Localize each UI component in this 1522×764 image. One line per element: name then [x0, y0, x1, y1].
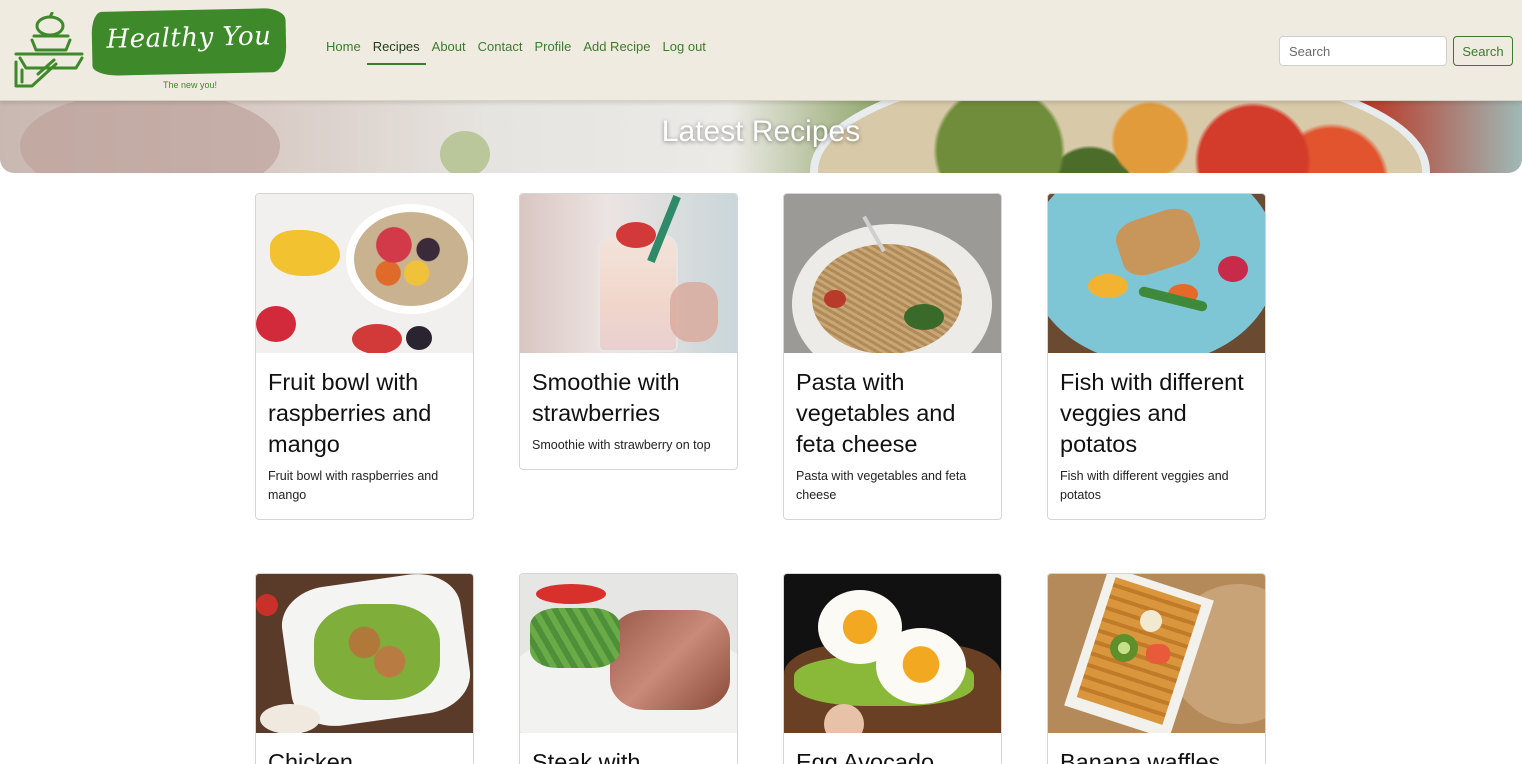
brand-tagline: The new you!	[162, 80, 218, 90]
recipe-card[interactable]: Egg Avocado	[783, 573, 1002, 764]
logo-banner[interactable]: Healthy You	[91, 7, 287, 77]
recipe-card[interactable]: Smoothie with strawberries Smoothie with…	[519, 193, 738, 470]
hero-title: Latest Recipes	[661, 115, 861, 148]
recipe-card-body: Pasta with vegetables and feta cheese Pa…	[784, 353, 1001, 519]
recipe-card[interactable]: Pasta with vegetables and feta cheese Pa…	[783, 193, 1002, 520]
recipe-card[interactable]: Fruit bowl with raspberries and mango Fr…	[255, 193, 474, 520]
steak-photo	[520, 574, 737, 733]
recipe-title: Fruit bowl with raspberries and mango	[268, 369, 432, 457]
nav-link-about[interactable]: About	[426, 39, 472, 65]
recipe-card[interactable]: Banana waffles	[1047, 573, 1266, 764]
smoothie-photo	[520, 194, 737, 353]
recipe-card-body: Steak with	[520, 733, 737, 764]
pasta-photo	[784, 194, 1001, 353]
recipe-title: Smoothie with strawberries	[532, 369, 680, 426]
recipe-title: Banana waffles	[1060, 749, 1221, 764]
food-tray-logo-icon[interactable]	[12, 12, 88, 90]
egg-avocado-toast-photo	[784, 574, 1001, 733]
chicken-salad-photo	[256, 574, 473, 733]
recipe-card-body: Fish with different veggies and potatos …	[1048, 353, 1265, 519]
nav-link-add-recipe[interactable]: Add Recipe	[577, 39, 656, 65]
banana-waffles-photo	[1048, 574, 1265, 733]
hero-banner: Latest Recipes	[0, 101, 1522, 173]
nav-link-recipes[interactable]: Recipes	[366, 39, 426, 65]
nav-link-home[interactable]: Home	[326, 39, 367, 65]
nav-link-contact[interactable]: Contact	[472, 39, 529, 65]
search-input[interactable]	[1279, 36, 1447, 66]
nav-link-log-out[interactable]: Log out	[657, 39, 712, 65]
main-nav: Home Recipes About Contact Profile Add R…	[326, 39, 712, 65]
navbar: Healthy You The new you! Home Recipes Ab…	[0, 0, 1522, 101]
recipe-card-body: Smoothie with strawberries Smoothie with…	[520, 353, 737, 469]
recipe-title: Chicken	[268, 749, 353, 764]
recipe-description: Fish with different veggies and potatos	[1060, 469, 1229, 502]
recipe-card[interactable]: Chicken	[255, 573, 474, 764]
recipe-title: Egg Avocado	[796, 749, 935, 764]
recipe-card-body: Egg Avocado	[784, 733, 1001, 764]
recipe-card[interactable]: Fish with different veggies and potatos …	[1047, 193, 1266, 520]
recipe-title: Pasta with vegetables and feta cheese	[796, 369, 956, 457]
recipe-title: Fish with different veggies and potatos	[1060, 369, 1244, 457]
recipe-card-body: Fruit bowl with raspberries and mango Fr…	[256, 353, 473, 519]
recipe-card-body: Banana waffles	[1048, 733, 1265, 764]
fish-plate-photo	[1048, 194, 1265, 353]
fruit-bowl-photo	[256, 194, 473, 353]
search-button[interactable]: Search	[1453, 36, 1513, 66]
recipe-description: Pasta with vegetables and feta cheese	[796, 469, 967, 502]
recipe-description: Fruit bowl with raspberries and mango	[268, 469, 439, 502]
brand-name: Healthy You	[106, 21, 272, 55]
recipe-card-body: Chicken	[256, 733, 473, 764]
recipe-card[interactable]: Steak with	[519, 573, 738, 764]
recipe-title: Steak with	[532, 749, 641, 764]
nav-link-profile[interactable]: Profile	[528, 39, 577, 65]
recipe-description: Smoothie with strawberry on top	[532, 438, 711, 452]
